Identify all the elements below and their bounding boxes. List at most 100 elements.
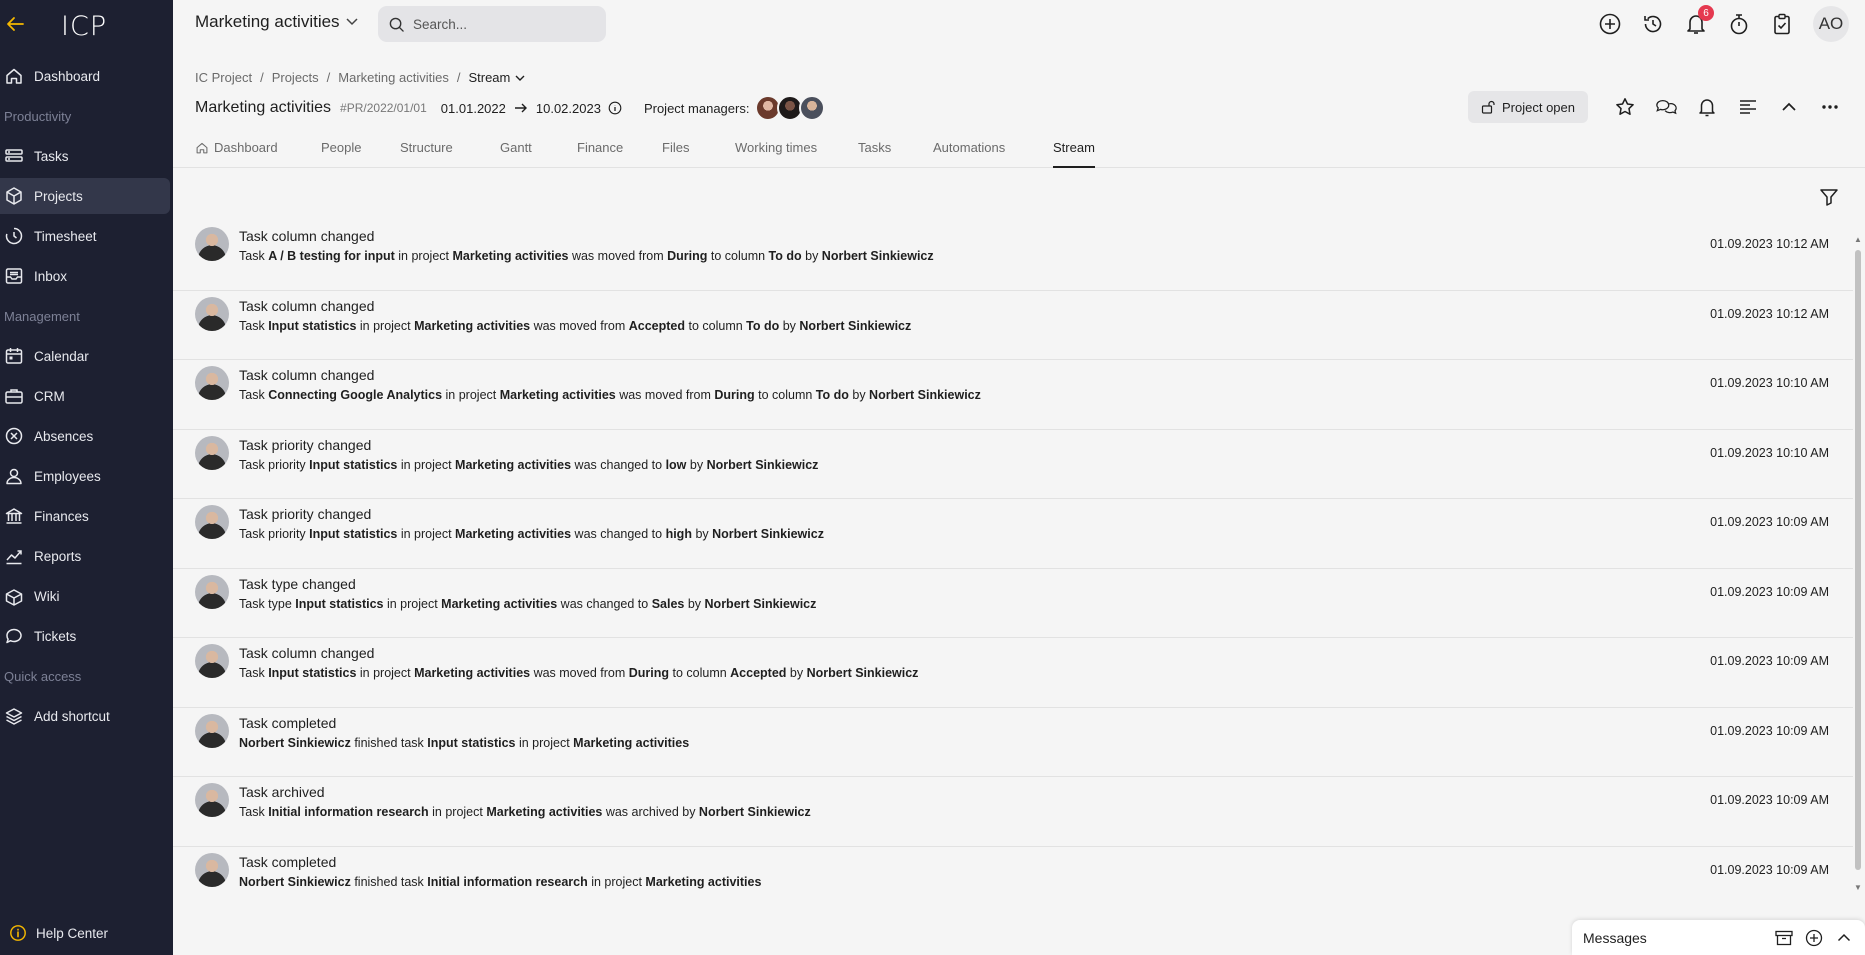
list-item[interactable]: Task column changed Task A / B testing fo… (173, 221, 1853, 291)
info-circle-icon[interactable] (608, 101, 622, 115)
activity-text-segment: finished task (350, 874, 428, 889)
messages-panel[interactable]: Messages (1572, 920, 1865, 955)
tab-people[interactable]: People (321, 140, 361, 168)
tab-structure[interactable]: Structure (400, 140, 453, 168)
search-box[interactable] (378, 6, 606, 42)
sidebar-item-label: Inbox (34, 268, 68, 284)
sidebar-item-absences[interactable]: Absences (0, 418, 170, 454)
avatar[interactable] (195, 852, 229, 887)
list-item[interactable]: Task priority changed Task priority Input… (173, 430, 1853, 499)
help-center-link[interactable]: Help Center (0, 911, 173, 955)
list-item[interactable]: Task column changed Task Connecting Googl… (173, 360, 1853, 430)
sidebar-item-projects[interactable]: Projects (0, 178, 170, 214)
sidebar-item-label: Finances (34, 508, 89, 524)
activity-description: Task Input statistics in project Marketi… (239, 319, 911, 333)
avatar[interactable] (195, 713, 229, 748)
activity-text-segment: Norbert Sinkiewicz (239, 735, 351, 750)
activity-description: Task priority Input statistics in projec… (239, 527, 824, 541)
avatar[interactable] (195, 783, 229, 817)
tab-dashboard[interactable]: Dashboard (195, 140, 278, 168)
archive-icon[interactable] (1775, 929, 1793, 947)
avatar[interactable] (799, 95, 826, 121)
tab-label: Stream (1053, 140, 1095, 155)
sidebar-item-inbox[interactable]: Inbox (0, 258, 170, 294)
comments-icon[interactable] (1655, 96, 1677, 118)
scrollbar[interactable]: ▲ ▼ (1854, 236, 1862, 892)
scroll-up-arrow[interactable]: ▲ (1854, 236, 1862, 244)
back-arrow-icon[interactable] (4, 13, 26, 35)
notifications-bell-icon[interactable]: 6 (1684, 5, 1714, 36)
sidebar-item-calendar[interactable]: Calendar (0, 338, 170, 374)
sidebar-item-crm[interactable]: CRM (0, 378, 170, 414)
breadcrumb-current-view[interactable]: Stream (468, 70, 527, 85)
more-options-icon[interactable] (1819, 96, 1841, 118)
help-center-label: Help Center (36, 925, 109, 941)
sidebar-item-dashboard[interactable]: Dashboard (0, 58, 170, 94)
sidebar-item-tickets[interactable]: Tickets (0, 618, 170, 654)
clipboard-check-icon[interactable] (1770, 12, 1794, 36)
info-circle-icon (10, 925, 26, 941)
scroll-thumb[interactable] (1855, 250, 1861, 870)
tab-label: Dashboard (214, 140, 278, 155)
breadcrumb-marketing-activities[interactable]: Marketing activities (338, 70, 449, 85)
history-icon[interactable] (1641, 12, 1665, 36)
sidebar-item-wiki[interactable]: Wiki (0, 578, 170, 614)
sidebar-item-reports[interactable]: Reports (0, 538, 170, 574)
avatar[interactable] (195, 435, 229, 470)
align-left-icon[interactable] (1737, 96, 1759, 118)
stopwatch-icon[interactable] (1727, 12, 1751, 36)
tab-stream[interactable]: Stream (1053, 140, 1095, 168)
activity-text-segment: in project (428, 805, 487, 819)
sidebar-item-finances[interactable]: Finances (0, 498, 170, 534)
activity-text-segment: in project (397, 457, 456, 472)
tab-files[interactable]: Files (662, 140, 689, 168)
activity-text-segment: to column (754, 388, 816, 402)
bell-icon[interactable] (1696, 96, 1718, 118)
breadcrumb-stream: Stream (468, 70, 511, 85)
activity-text-segment: by (684, 596, 705, 611)
list-item[interactable]: Task completed Norbert Sinkiewicz finishe… (173, 708, 1853, 777)
list-item[interactable]: Task completed Norbert Sinkiewicz finishe… (173, 847, 1853, 917)
search-input[interactable] (413, 16, 593, 32)
tab-finance[interactable]: Finance (577, 140, 623, 168)
chevron-up-icon[interactable] (1778, 96, 1800, 118)
activity-text-segment: Norbert Sinkiewicz (239, 874, 351, 889)
avatar[interactable] (195, 505, 229, 539)
project-tabs: Dashboard People Structure Gantt Finance File… (173, 136, 1865, 168)
add-circle-icon[interactable] (1805, 929, 1823, 947)
activity-text-segment: Norbert Sinkiewicz (706, 457, 819, 472)
list-item[interactable]: Task column changed Task Input statistics… (173, 291, 1853, 360)
avatar[interactable] (195, 227, 229, 261)
app-logo[interactable]: ICP (61, 11, 107, 42)
breadcrumb-projects[interactable]: Projects (272, 70, 319, 85)
list-item[interactable]: Task column changed Task Input statistics… (173, 638, 1853, 708)
tab-tasks[interactable]: Tasks (858, 140, 891, 168)
project-end-date: 10.02.2023 (535, 100, 601, 116)
avatar[interactable] (195, 574, 229, 609)
sidebar-item-add-shortcut[interactable]: Add shortcut (0, 698, 170, 734)
sidebar-item-tasks[interactable]: Tasks (0, 138, 170, 174)
project-selector[interactable]: Marketing activities (195, 12, 358, 32)
chevron-up-icon[interactable] (1835, 929, 1853, 947)
sidebar-item-timesheet[interactable]: Timesheet (0, 218, 170, 254)
scroll-down-arrow[interactable]: ▼ (1854, 884, 1862, 892)
sidebar-header: ICP (0, 0, 173, 48)
avatar[interactable] (195, 296, 229, 331)
avatar[interactable] (195, 644, 229, 678)
breadcrumb-ic-project[interactable]: IC Project (195, 70, 252, 85)
avatar[interactable] (195, 366, 229, 400)
tab-working-times[interactable]: Working times (735, 140, 817, 168)
activity-text-segment: high (665, 527, 692, 541)
filter-icon[interactable] (1819, 187, 1839, 207)
tab-automations[interactable]: Automations (933, 140, 1005, 168)
project-code: #PR/2022/01/01 (340, 101, 427, 115)
list-item[interactable]: Task priority changed Task priority Input… (173, 499, 1853, 569)
star-icon[interactable] (1614, 96, 1636, 118)
add-circle-icon[interactable] (1598, 12, 1622, 36)
user-avatar[interactable]: AO (1813, 6, 1849, 42)
list-item[interactable]: Task type changed Task type Input statist… (173, 569, 1853, 638)
list-item[interactable]: Task archived Task Initial information re… (173, 777, 1853, 847)
tab-gantt[interactable]: Gantt (500, 140, 532, 168)
project-open-button[interactable]: Project open (1468, 91, 1588, 123)
sidebar-item-employees[interactable]: Employees (0, 458, 170, 494)
